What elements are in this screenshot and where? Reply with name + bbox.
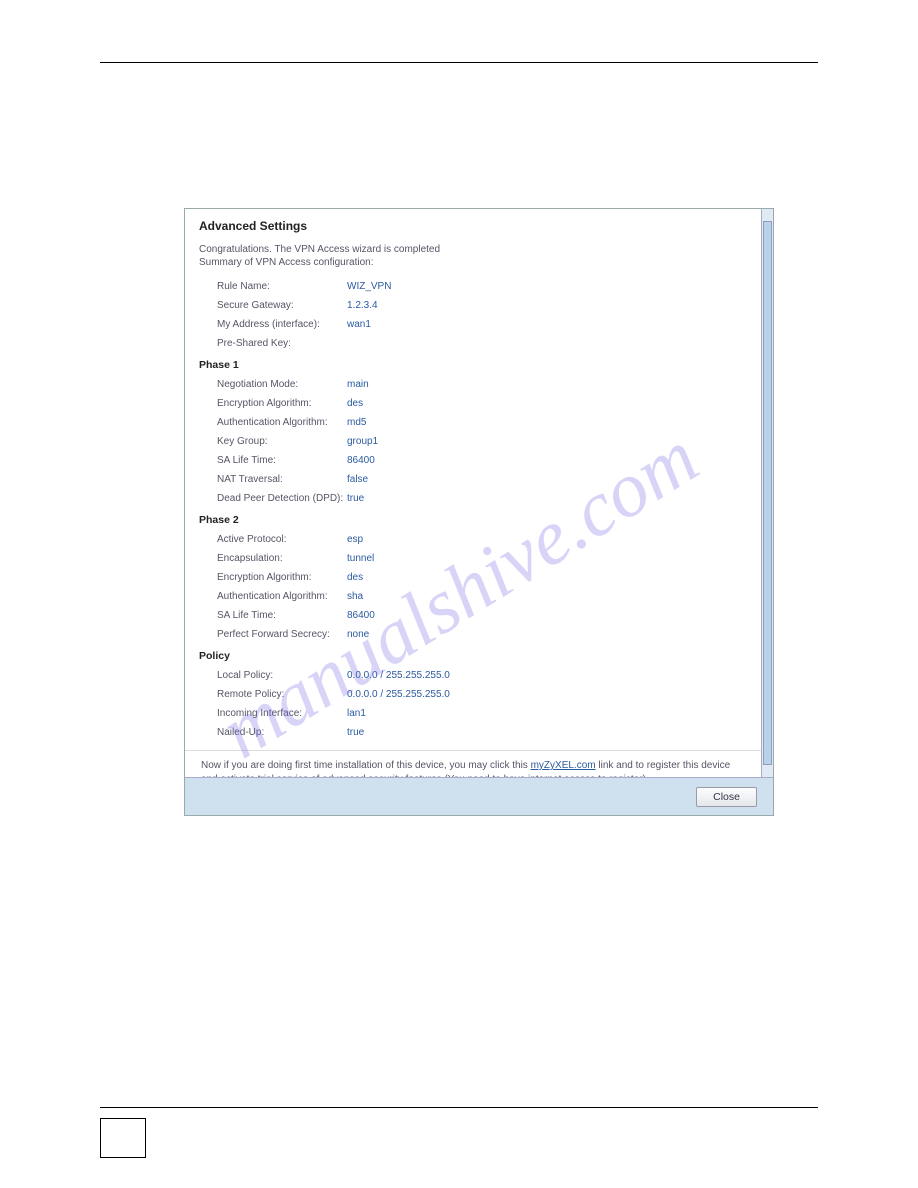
field-row: Perfect Forward Secrecy:none	[199, 625, 747, 644]
scrollbar[interactable]	[761, 209, 773, 777]
field-value: des	[347, 396, 363, 411]
field-value: tunnel	[347, 551, 374, 566]
field-row: Remote Policy:0.0.0.0 / 255.255.255.0	[199, 685, 747, 704]
field-label: Key Group:	[217, 434, 347, 449]
field-value: 0.0.0.0 / 255.255.255.0	[347, 668, 450, 683]
field-value: false	[347, 472, 368, 487]
field-label: Secure Gateway:	[217, 298, 347, 313]
panel-content: Advanced Settings Congratulations. The V…	[185, 209, 761, 777]
panel-footer: Close	[185, 777, 773, 815]
field-label: Pre-Shared Key:	[217, 336, 347, 351]
field-label: Nailed-Up:	[217, 725, 347, 740]
field-row: Authentication Algorithm:md5	[199, 413, 747, 432]
field-row: Nailed-Up:true	[199, 723, 747, 742]
phase1-head: Phase 1	[199, 359, 747, 371]
top-fields-group: Rule Name:WIZ_VPN Secure Gateway:1.2.3.4…	[199, 277, 747, 353]
field-value: 86400	[347, 453, 375, 468]
field-row: Pre-Shared Key:	[199, 334, 747, 353]
field-row: Dead Peer Detection (DPD):true	[199, 489, 747, 508]
field-row: Encryption Algorithm:des	[199, 394, 747, 413]
field-value: 0.0.0.0 / 255.255.255.0	[347, 687, 450, 702]
top-rule	[100, 62, 818, 63]
field-row: SA Life Time:86400	[199, 606, 747, 625]
field-row: Active Protocol:esp	[199, 530, 747, 549]
field-value: group1	[347, 434, 378, 449]
settings-panel: Advanced Settings Congratulations. The V…	[184, 208, 774, 816]
divider	[185, 750, 761, 751]
field-value: main	[347, 377, 369, 392]
field-label: Authentication Algorithm:	[217, 415, 347, 430]
page-number-box	[100, 1118, 146, 1158]
field-row: SA Life Time:86400	[199, 451, 747, 470]
field-label: Dead Peer Detection (DPD):	[217, 491, 347, 506]
field-value: lan1	[347, 706, 366, 721]
field-row: NAT Traversal:false	[199, 470, 747, 489]
phase1-group: Negotiation Mode:main Encryption Algorit…	[199, 375, 747, 508]
field-label: Authentication Algorithm:	[217, 589, 347, 604]
field-value: true	[347, 725, 364, 740]
field-label: SA Life Time:	[217, 608, 347, 623]
field-row: Secure Gateway:1.2.3.4	[199, 296, 747, 315]
intro-text: Congratulations. The VPN Access wizard i…	[199, 243, 747, 269]
field-row: Local Policy:0.0.0.0 / 255.255.255.0	[199, 666, 747, 685]
field-row: Incoming Interface:lan1	[199, 704, 747, 723]
field-value: 1.2.3.4	[347, 298, 378, 313]
field-label: Perfect Forward Secrecy:	[217, 627, 347, 642]
field-label: Encryption Algorithm:	[217, 396, 347, 411]
field-value: wan1	[347, 317, 371, 332]
field-label: Encryption Algorithm:	[217, 570, 347, 585]
field-label: SA Life Time:	[217, 453, 347, 468]
bottom-rule	[100, 1107, 818, 1108]
field-row: Key Group:group1	[199, 432, 747, 451]
policy-head: Policy	[199, 650, 747, 662]
field-label: Rule Name:	[217, 279, 347, 294]
field-value: true	[347, 491, 364, 506]
close-button[interactable]: Close	[696, 787, 757, 807]
field-label: Incoming Interface:	[217, 706, 347, 721]
policy-group: Local Policy:0.0.0.0 / 255.255.255.0 Rem…	[199, 666, 747, 742]
field-row: Encryption Algorithm:des	[199, 568, 747, 587]
intro-line-1: Congratulations. The VPN Access wizard i…	[199, 244, 440, 255]
panel-title: Advanced Settings	[199, 219, 747, 233]
intro-line-2: Summary of VPN Access configuration:	[199, 257, 374, 268]
field-value: sha	[347, 589, 363, 604]
field-label: Active Protocol:	[217, 532, 347, 547]
field-value: WIZ_VPN	[347, 279, 391, 294]
field-row: Authentication Algorithm:sha	[199, 587, 747, 606]
myzyxel-link[interactable]: myZyXEL.com	[531, 760, 596, 771]
field-label: Encapsulation:	[217, 551, 347, 566]
note-pre: Now if you are doing first time installa…	[201, 760, 528, 771]
field-label: My Address (interface):	[217, 317, 347, 332]
scrollbar-thumb[interactable]	[763, 221, 772, 765]
field-value: none	[347, 627, 369, 642]
phase2-group: Active Protocol:esp Encapsulation:tunnel…	[199, 530, 747, 644]
field-label: Remote Policy:	[217, 687, 347, 702]
phase2-head: Phase 2	[199, 514, 747, 526]
field-value: 86400	[347, 608, 375, 623]
field-row: Negotiation Mode:main	[199, 375, 747, 394]
field-label: Negotiation Mode:	[217, 377, 347, 392]
field-value: des	[347, 570, 363, 585]
field-value: md5	[347, 415, 366, 430]
field-row: Encapsulation:tunnel	[199, 549, 747, 568]
field-value: esp	[347, 532, 363, 547]
field-row: Rule Name:WIZ_VPN	[199, 277, 747, 296]
field-label: Local Policy:	[217, 668, 347, 683]
field-label: NAT Traversal:	[217, 472, 347, 487]
field-row: My Address (interface):wan1	[199, 315, 747, 334]
